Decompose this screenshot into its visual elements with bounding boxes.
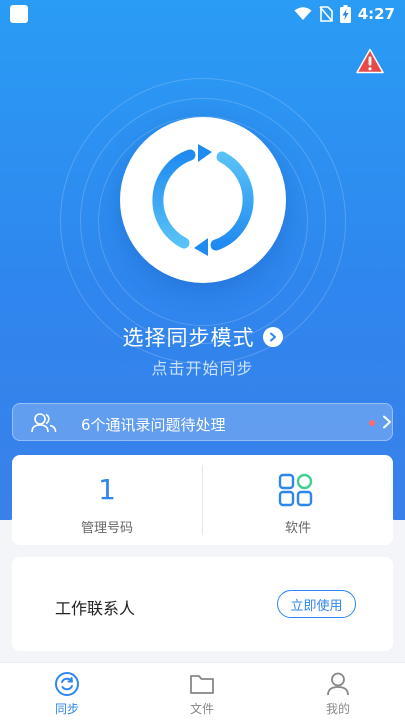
managed-count: 1 (98, 473, 116, 506)
folder-icon (190, 675, 214, 694)
sync-arrows-icon (152, 144, 254, 256)
use-now-button[interactable]: 立即使用 (277, 590, 356, 618)
bottom-tab-bar: 同步 文件 我的 (0, 662, 405, 720)
person-icon (327, 672, 349, 696)
apps-label: 软件 (284, 521, 311, 536)
tab-label: 我的 (325, 702, 350, 716)
stats-card: 1 管理号码 软件 (12, 455, 393, 545)
tab-files[interactable]: 文件 (152, 663, 252, 720)
no-sim-icon (319, 6, 333, 22)
chevron-right-icon (383, 415, 391, 429)
sync-subtitle: 点击开始同步 (151, 359, 254, 378)
tab-label: 文件 (189, 702, 214, 716)
status-bar: 4:27 (0, 0, 405, 27)
battery-charging-icon (339, 5, 351, 23)
apps-stat[interactable]: 软件 (203, 455, 393, 545)
issues-text: 6个通讯录问题待处理 (81, 416, 226, 434)
work-contacts-card: 工作联系人 立即使用 (12, 557, 393, 651)
tab-me[interactable]: 我的 (288, 663, 388, 720)
chevron-right-icon (262, 327, 283, 347)
sync-mode-title: 选择同步模式 (122, 326, 255, 350)
status-time: 4:27 (357, 5, 395, 23)
tab-sync[interactable]: 同步 (17, 663, 117, 720)
notification-icon (10, 5, 28, 23)
contact-issues-bar[interactable]: 6个通讯录问题待处理 (12, 403, 393, 441)
managed-label: 管理号码 (80, 521, 133, 536)
alert-dot (369, 420, 375, 426)
wifi-icon (294, 7, 312, 20)
sync-mode-selector[interactable]: 选择同步模式 (0, 322, 405, 352)
warning-icon[interactable] (356, 48, 384, 74)
apps-grid-icon (278, 473, 313, 507)
sync-icon (55, 672, 79, 696)
tab-label: 同步 (54, 702, 79, 716)
users-icon (31, 413, 57, 433)
start-sync-button[interactable] (120, 117, 286, 283)
managed-numbers-stat[interactable]: 1 管理号码 (12, 455, 202, 545)
work-contacts-title: 工作联系人 (55, 599, 136, 618)
